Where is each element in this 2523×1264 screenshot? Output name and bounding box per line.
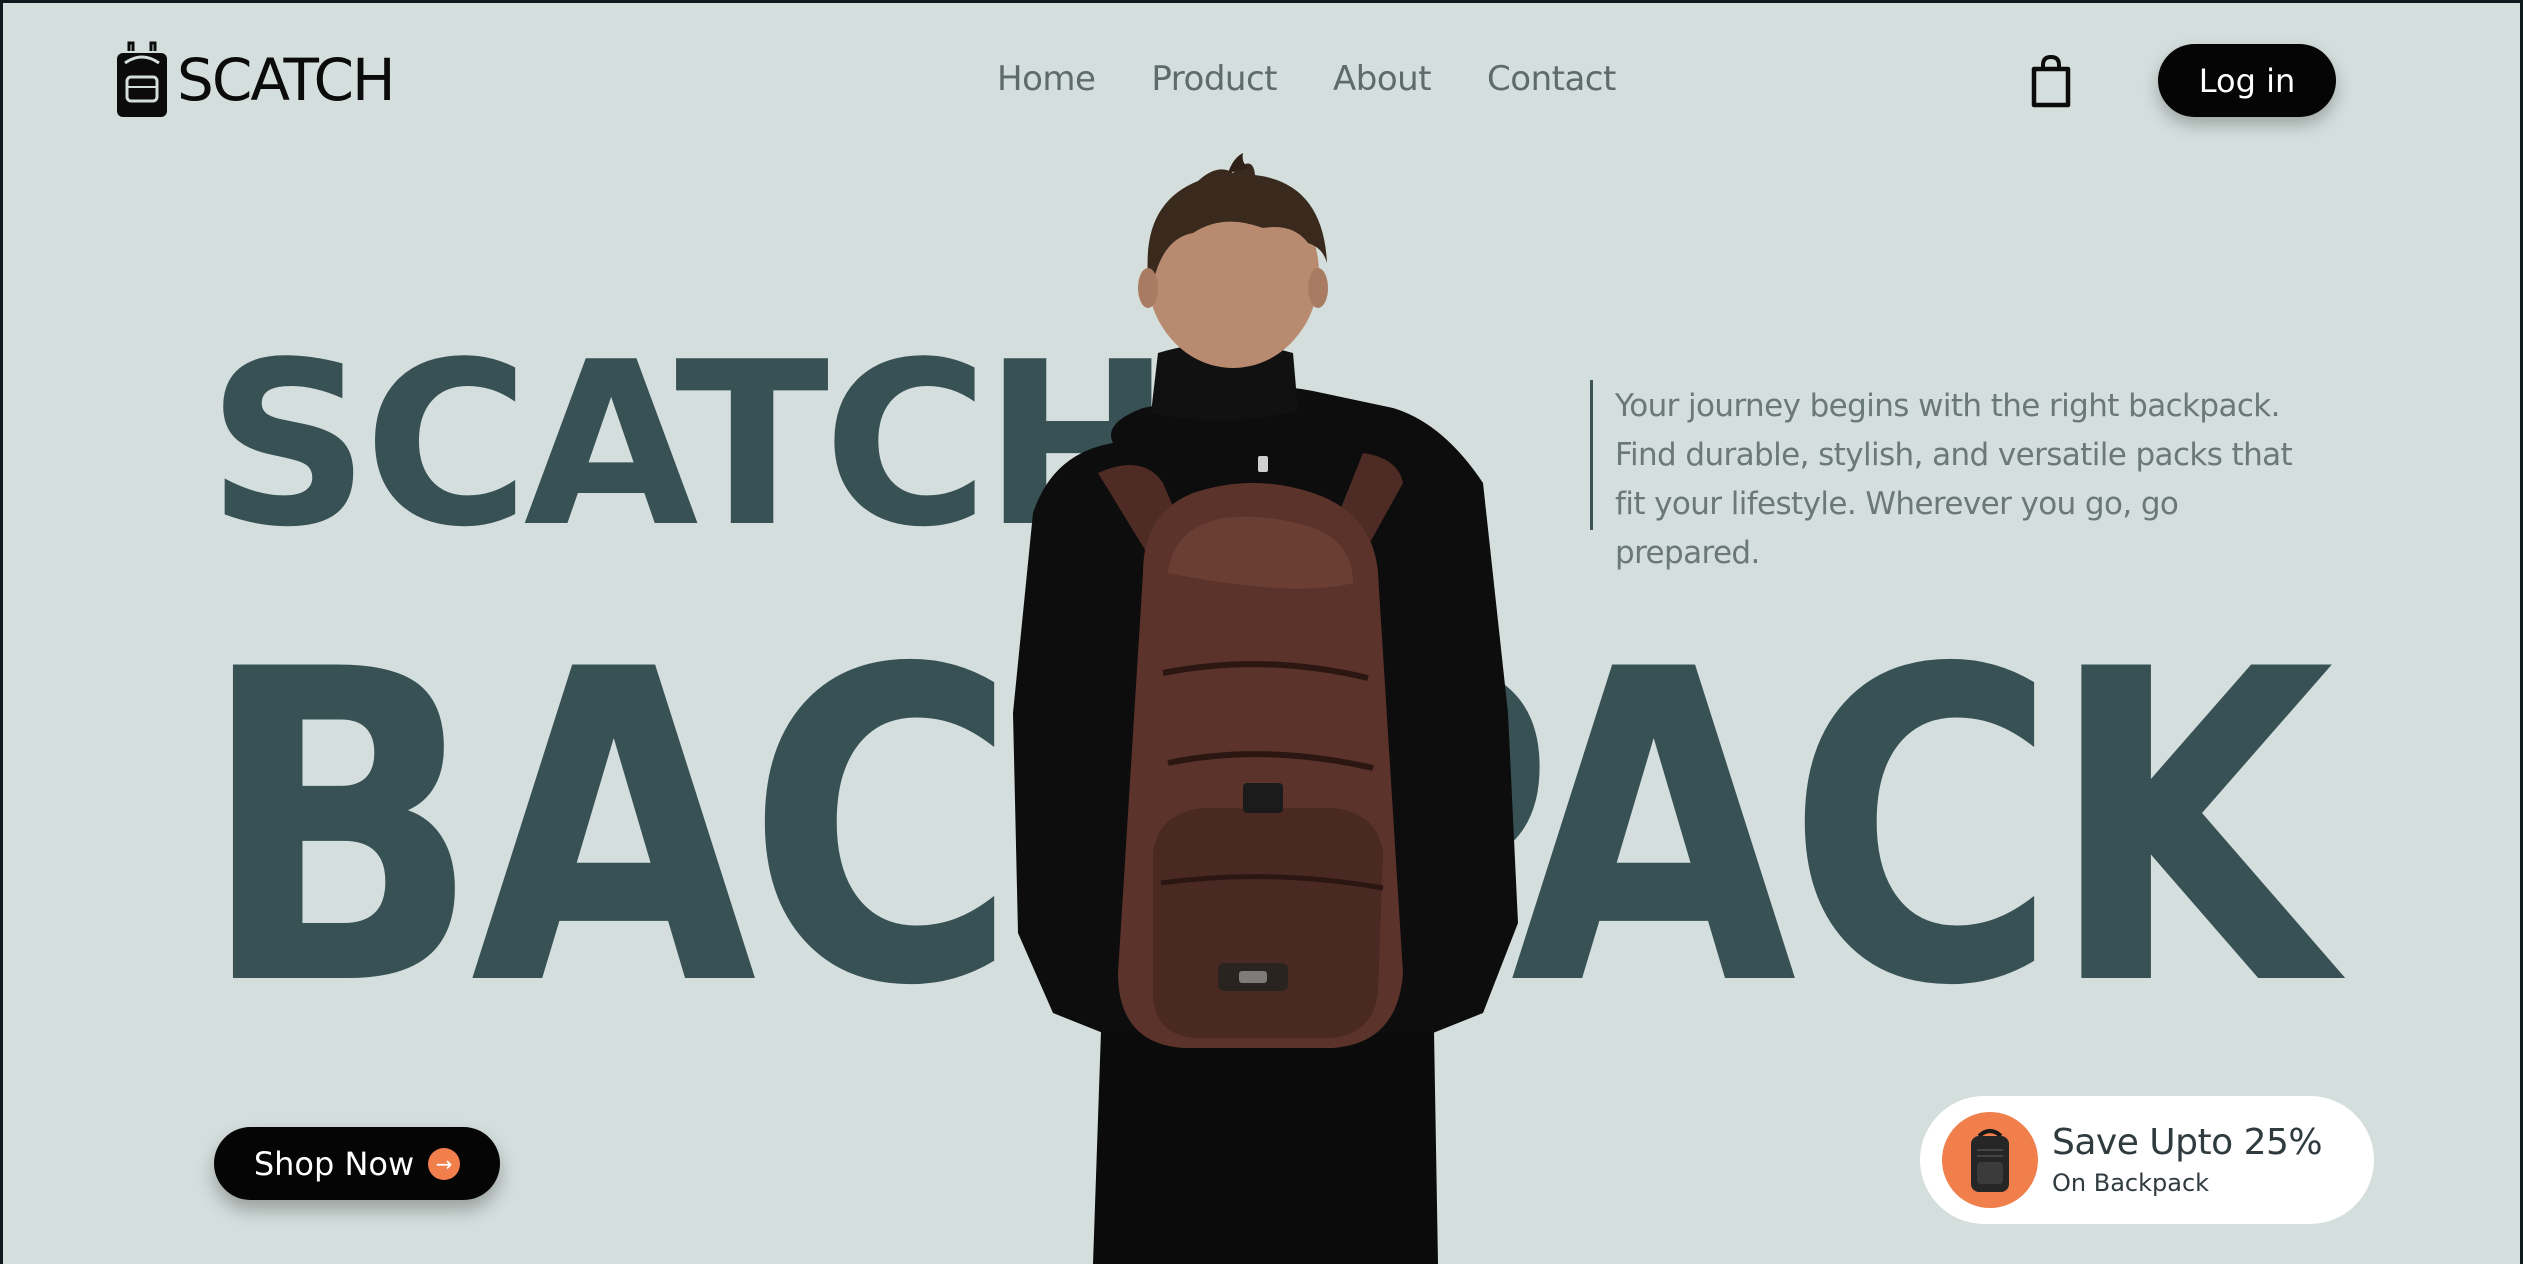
shop-now-button[interactable]: Shop Now → [214, 1127, 500, 1200]
promo-subtitle: On Backpack [2052, 1168, 2210, 1197]
shopping-bag-icon[interactable] [2030, 54, 2072, 108]
promo-image [1942, 1112, 2038, 1208]
nav-product[interactable]: Product [1151, 59, 1277, 99]
landing-page: SCATCH Home Product About Contact Log in… [3, 3, 2520, 1264]
brand-logo[interactable]: SCATCH [115, 41, 396, 119]
login-button[interactable]: Log in [2158, 44, 2336, 117]
backpack-icon [115, 41, 169, 119]
promo-text: Save Upto 25% On Backpack [2052, 1122, 2323, 1197]
promo-title: Save Upto 25% [2052, 1122, 2323, 1164]
nav-contact[interactable]: Contact [1487, 59, 1616, 99]
hero-description-block: Your journey begins with the right backp… [1590, 380, 2330, 571]
hero-person-image [993, 153, 1543, 1264]
backpack-icon [1971, 1129, 2009, 1192]
hero-description: Your journey begins with the right backp… [1615, 388, 2293, 571]
promo-card[interactable]: Save Upto 25% On Backpack [1920, 1096, 2374, 1224]
main-nav: Home Product About Contact [997, 59, 1616, 99]
brand-name: SCATCH [177, 46, 396, 114]
nav-home[interactable]: Home [997, 59, 1096, 99]
shop-now-label: Shop Now [253, 1144, 415, 1183]
nav-about[interactable]: About [1333, 59, 1432, 99]
arrow-right-icon: → [428, 1147, 461, 1180]
